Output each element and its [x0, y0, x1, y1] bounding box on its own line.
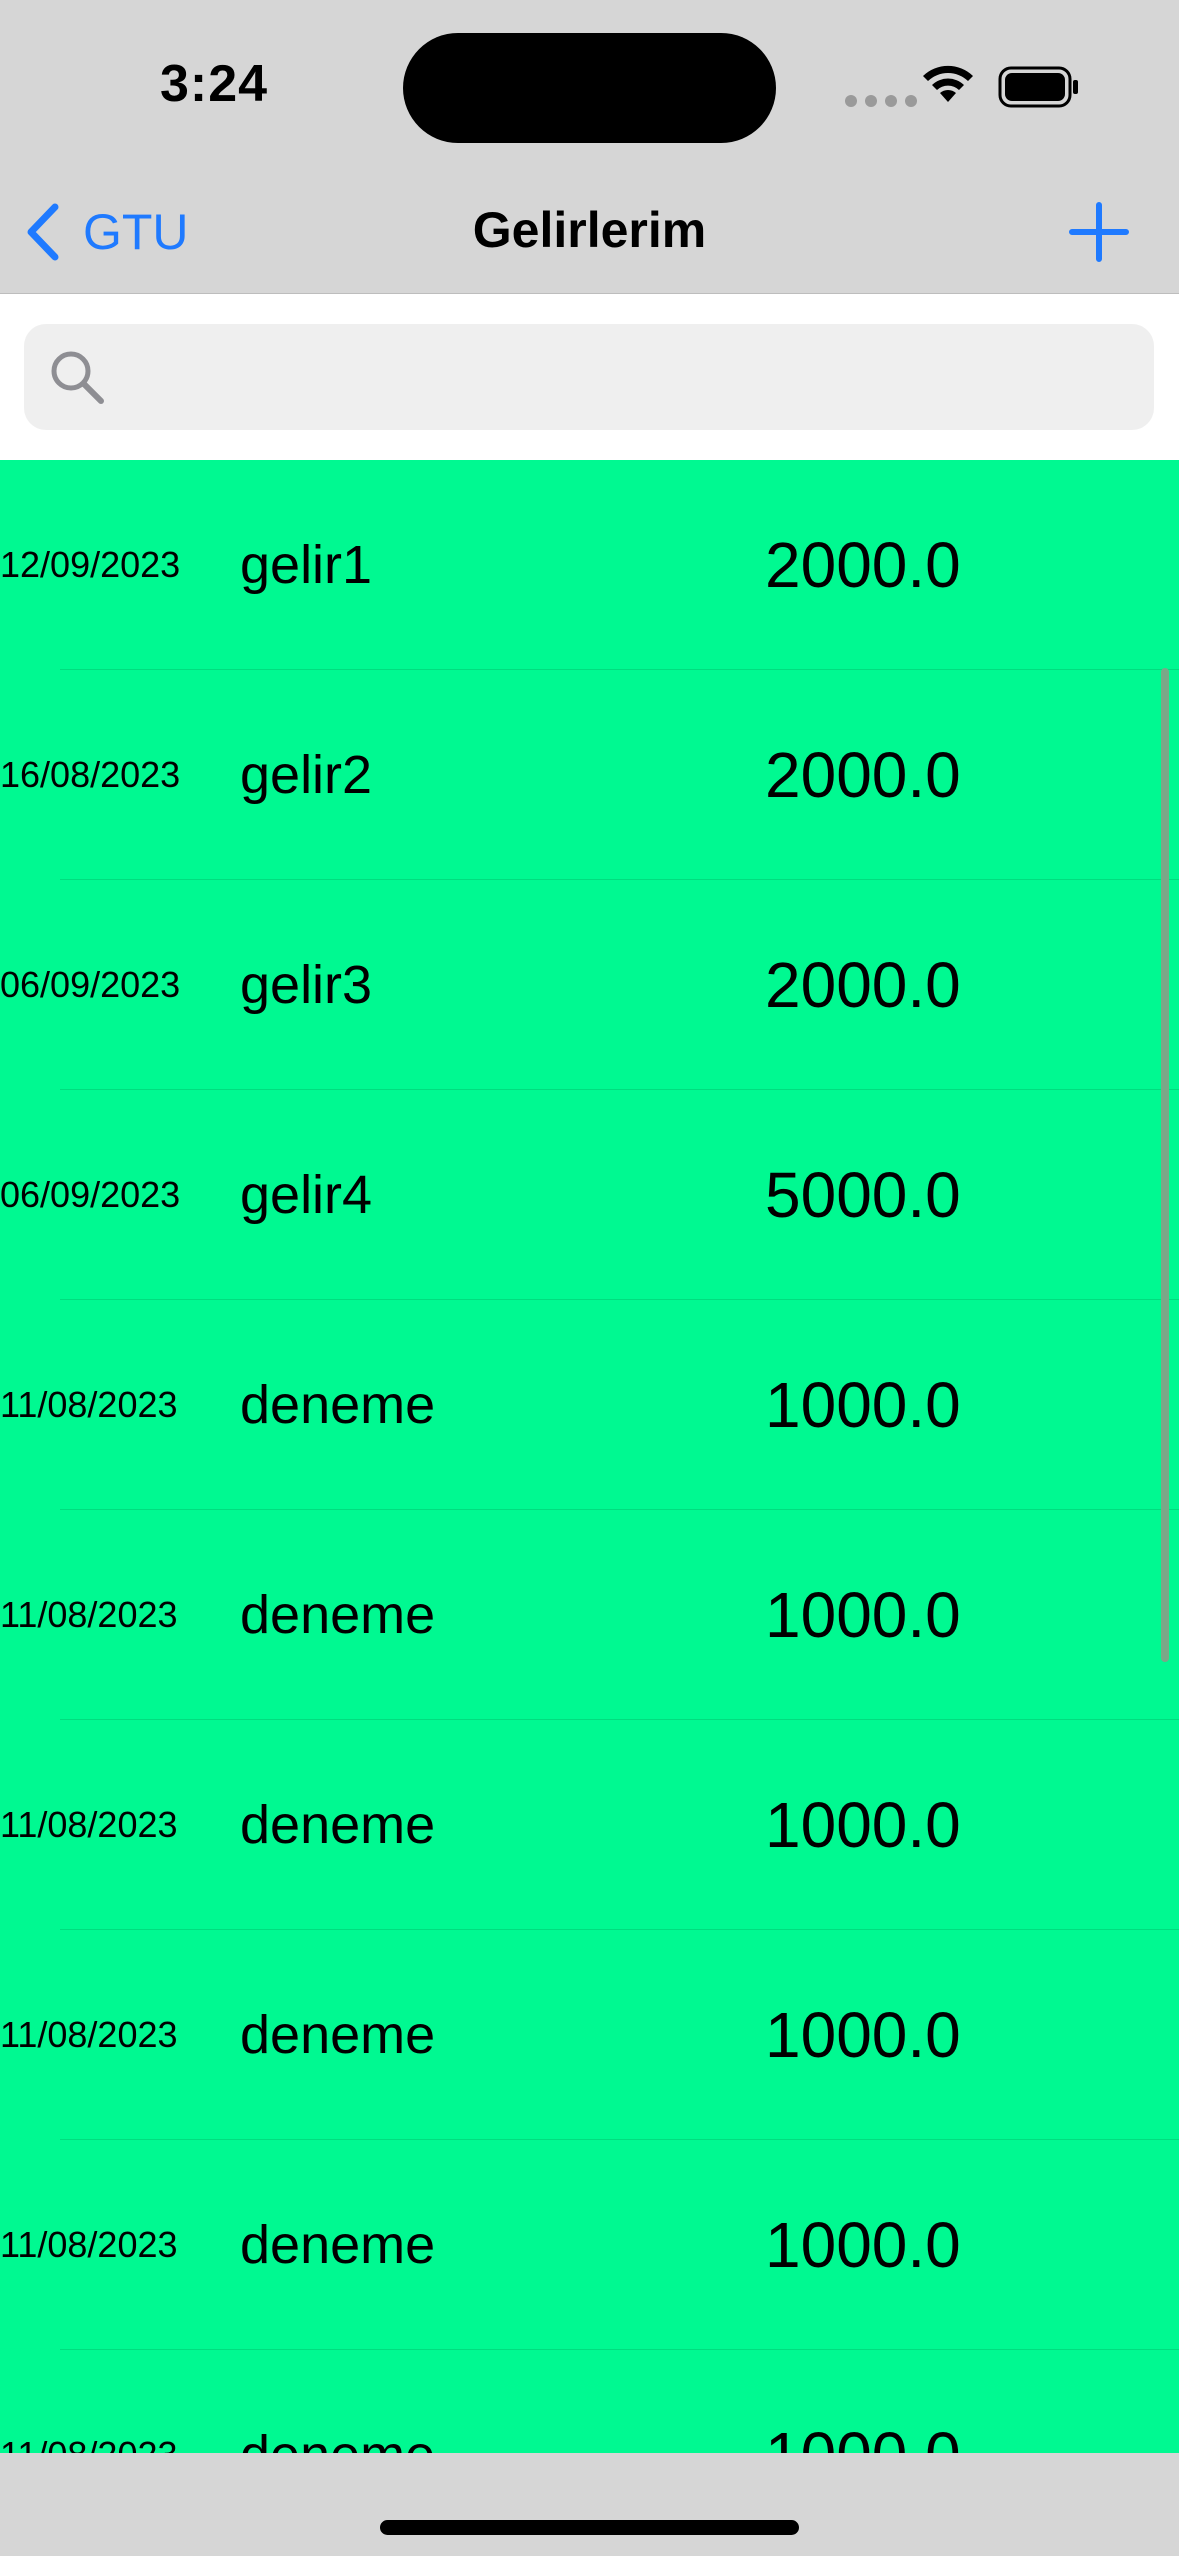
item-name: gelir1 [240, 535, 373, 595]
item-name: gelir3 [240, 955, 373, 1015]
list-item[interactable]: 11/08/2023 deneme 1000.0 [0, 1300, 1179, 1510]
item-name: deneme [240, 1795, 436, 1855]
item-name: deneme [240, 2005, 436, 2065]
item-amount: 1000.0 [765, 1369, 961, 1441]
item-date: 11/08/2023 [0, 2350, 178, 2453]
item-name: deneme [240, 1585, 436, 1645]
item-name: gelir4 [240, 1165, 373, 1225]
list-item[interactable]: 11/08/2023 deneme 1000.0 [0, 1930, 1179, 2140]
item-amount: 2000.0 [765, 949, 961, 1021]
list-item[interactable]: 12/09/2023 gelir1 2000.0 [0, 460, 1179, 670]
item-date: 16/08/2023 [0, 754, 181, 795]
item-amount: 1000.0 [765, 1579, 961, 1651]
item-name: deneme [240, 2350, 435, 2453]
item-amount: 1000.0 [765, 1999, 961, 2071]
item-amount: 5000.0 [765, 1159, 961, 1231]
list-item[interactable]: 11/08/2023 deneme 1000.0 [0, 1510, 1179, 1720]
item-date: 06/09/2023 [0, 1174, 181, 1215]
item-amount: 1000.0 [765, 2209, 961, 2281]
item-amount: 1000.0 [765, 2350, 961, 2453]
wifi-icon [923, 65, 973, 102]
navigation-bar: GTU Gelirlerim [0, 175, 1179, 294]
item-date: 12/09/2023 [0, 544, 181, 585]
list-item[interactable]: 11/08/2023 deneme 1000.0 [0, 1720, 1179, 1930]
list-item[interactable]: 11/08/2023 deneme 1000.0 [0, 2140, 1179, 2350]
item-amount: 2000.0 [765, 529, 961, 601]
search-input[interactable] [124, 324, 1128, 432]
status-time: 3:24 [160, 55, 269, 113]
battery-icon [998, 66, 1078, 108]
item-name: gelir2 [240, 745, 373, 805]
item-date: 11/08/2023 [0, 2014, 178, 2055]
search-bar[interactable] [24, 324, 1154, 432]
item-name: deneme [240, 2215, 436, 2275]
home-indicator[interactable] [380, 2520, 799, 2535]
list-item[interactable]: 06/09/2023 gelir4 5000.0 [0, 1090, 1179, 1300]
income-list[interactable]: 12/09/2023 gelir1 2000.0 16/08/2023 geli… [0, 460, 1179, 2453]
cellular-signal-icon [845, 95, 917, 107]
home-indicator-area [0, 2453, 1179, 2556]
list-item[interactable]: 11/08/2023 deneme 1000.0 [0, 2350, 1179, 2453]
search-container [0, 294, 1179, 460]
list-item[interactable]: 16/08/2023 gelir2 2000.0 [0, 670, 1179, 880]
item-amount: 1000.0 [765, 1789, 961, 1861]
item-amount: 2000.0 [765, 739, 961, 811]
item-date: 11/08/2023 [0, 1594, 178, 1635]
page-title: Gelirlerim [472, 202, 707, 258]
add-button[interactable] [1064, 197, 1134, 267]
list-item[interactable]: 06/09/2023 gelir3 2000.0 [0, 880, 1179, 1090]
item-date: 11/08/2023 [0, 1804, 178, 1845]
item-name: deneme [240, 1375, 436, 1435]
dynamic-island [403, 33, 776, 143]
scrollbar[interactable] [1161, 668, 1169, 1662]
search-icon [51, 351, 104, 404]
item-date: 06/09/2023 [0, 964, 181, 1005]
item-date: 11/08/2023 [0, 1384, 178, 1425]
status-bar: 3:24 [0, 0, 1179, 175]
item-date: 11/08/2023 [0, 2224, 178, 2265]
